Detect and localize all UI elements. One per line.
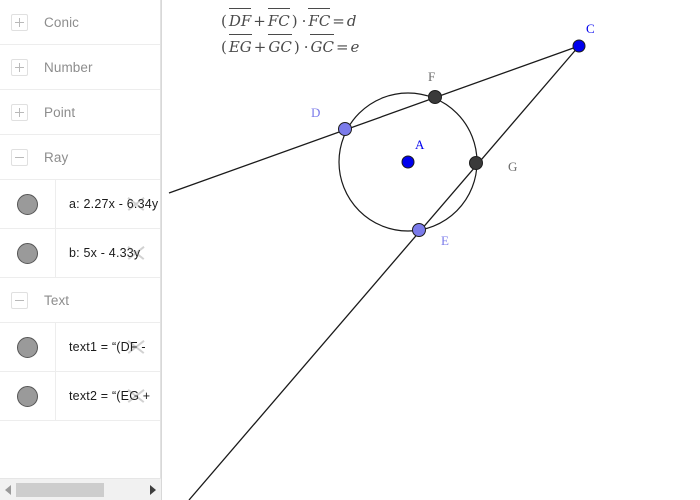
close-icon[interactable]: [125, 193, 147, 215]
point-label-c: C: [586, 21, 595, 36]
segment-gc-2: GC: [310, 34, 334, 60]
minus-icon[interactable]: [11, 291, 28, 309]
list-item[interactable]: text2 = “(EG +: [0, 372, 160, 421]
algebra-sidebar: Conic Number Point Ray a: 2.27x - 6.34y: [0, 0, 161, 500]
visibility-toggle-cell[interactable]: [0, 372, 56, 420]
visibility-toggle-cell[interactable]: [0, 323, 56, 371]
equals-sign: =: [332, 12, 345, 30]
formula-result-d: d: [346, 12, 357, 30]
formula-text-block: (DF + FC) · FC = d (EG + GC) · GC = e: [219, 8, 359, 60]
section-header-ray[interactable]: Ray: [0, 135, 160, 180]
section-title-point: Point: [44, 104, 76, 120]
visibility-toggle-cell[interactable]: [0, 229, 56, 277]
point-f[interactable]: [428, 90, 442, 104]
point-g[interactable]: [469, 156, 483, 170]
triangle-left-icon[interactable]: [0, 479, 16, 500]
dot-operator: ·: [303, 38, 309, 56]
scrollbar-thumb[interactable]: [16, 482, 104, 497]
point-label-e: E: [441, 233, 449, 248]
plus-sign: +: [253, 38, 267, 56]
horizontal-scrollbar[interactable]: [0, 478, 161, 500]
algebra-object-list: Conic Number Point Ray a: 2.27x - 6.34y: [0, 0, 160, 478]
point-d[interactable]: [338, 122, 352, 136]
segment-df: DF: [228, 8, 252, 34]
section-header-conic[interactable]: Conic: [0, 0, 160, 45]
ray-a[interactable]: [168, 45, 580, 194]
triangle-right-icon[interactable]: [145, 479, 161, 500]
section-title-text: Text: [44, 292, 70, 308]
close-icon[interactable]: [125, 336, 147, 358]
visibility-marble-icon[interactable]: [17, 385, 38, 407]
section-title-conic: Conic: [44, 14, 80, 30]
points-group: [338, 39, 586, 237]
point-label-g: G: [508, 159, 517, 174]
formula-line-2: (EG + GC) · GC = e: [219, 34, 359, 60]
geometry-drawing: A C D E F G: [168, 21, 595, 500]
plus-icon[interactable]: [11, 13, 28, 31]
scrollbar-track[interactable]: [16, 482, 145, 497]
minus-icon[interactable]: [11, 148, 28, 166]
list-item[interactable]: b: 5x - 4.33y: [0, 229, 160, 278]
plus-sign: +: [253, 12, 266, 30]
section-title-number: Number: [44, 59, 93, 75]
list-item[interactable]: a: 2.27x - 6.34y: [0, 180, 160, 229]
visibility-marble-icon[interactable]: [17, 336, 38, 358]
segment-fc-2: FC: [308, 8, 331, 34]
formula-line-1: (DF + FC) · FC = d: [219, 8, 359, 34]
point-label-d: D: [311, 105, 320, 120]
visibility-toggle-cell[interactable]: [0, 180, 56, 228]
plus-icon[interactable]: [11, 58, 28, 76]
formula-result-e: e: [350, 38, 360, 56]
rays-group: [168, 45, 580, 500]
point-a[interactable]: [401, 155, 415, 169]
section-header-point[interactable]: Point: [0, 90, 160, 135]
visibility-marble-icon[interactable]: [17, 193, 38, 215]
point-label-f: F: [428, 69, 435, 84]
close-icon[interactable]: [125, 385, 147, 407]
geogebra-window: Conic Number Point Ray a: 2.27x - 6.34y: [0, 0, 700, 500]
point-label-a: A: [415, 137, 425, 152]
point-e[interactable]: [412, 223, 426, 237]
section-header-number[interactable]: Number: [0, 45, 160, 90]
segment-gc: GC: [268, 34, 292, 60]
segment-fc: FC: [267, 8, 290, 34]
plus-icon[interactable]: [11, 103, 28, 121]
close-icon[interactable]: [125, 242, 147, 264]
point-c[interactable]: [572, 39, 586, 53]
segment-eg: EG: [228, 34, 252, 60]
visibility-marble-icon[interactable]: [17, 242, 38, 264]
equals-sign: =: [335, 38, 349, 56]
ray-b[interactable]: [188, 45, 580, 500]
list-item[interactable]: text1 = “(DF -: [0, 323, 160, 372]
geometry-canvas[interactable]: A C D E F G (DF + FC) · FC = d (EG + GC) · GC = e: [161, 0, 700, 500]
section-title-ray: Ray: [44, 149, 69, 165]
section-header-text[interactable]: Text: [0, 278, 160, 323]
